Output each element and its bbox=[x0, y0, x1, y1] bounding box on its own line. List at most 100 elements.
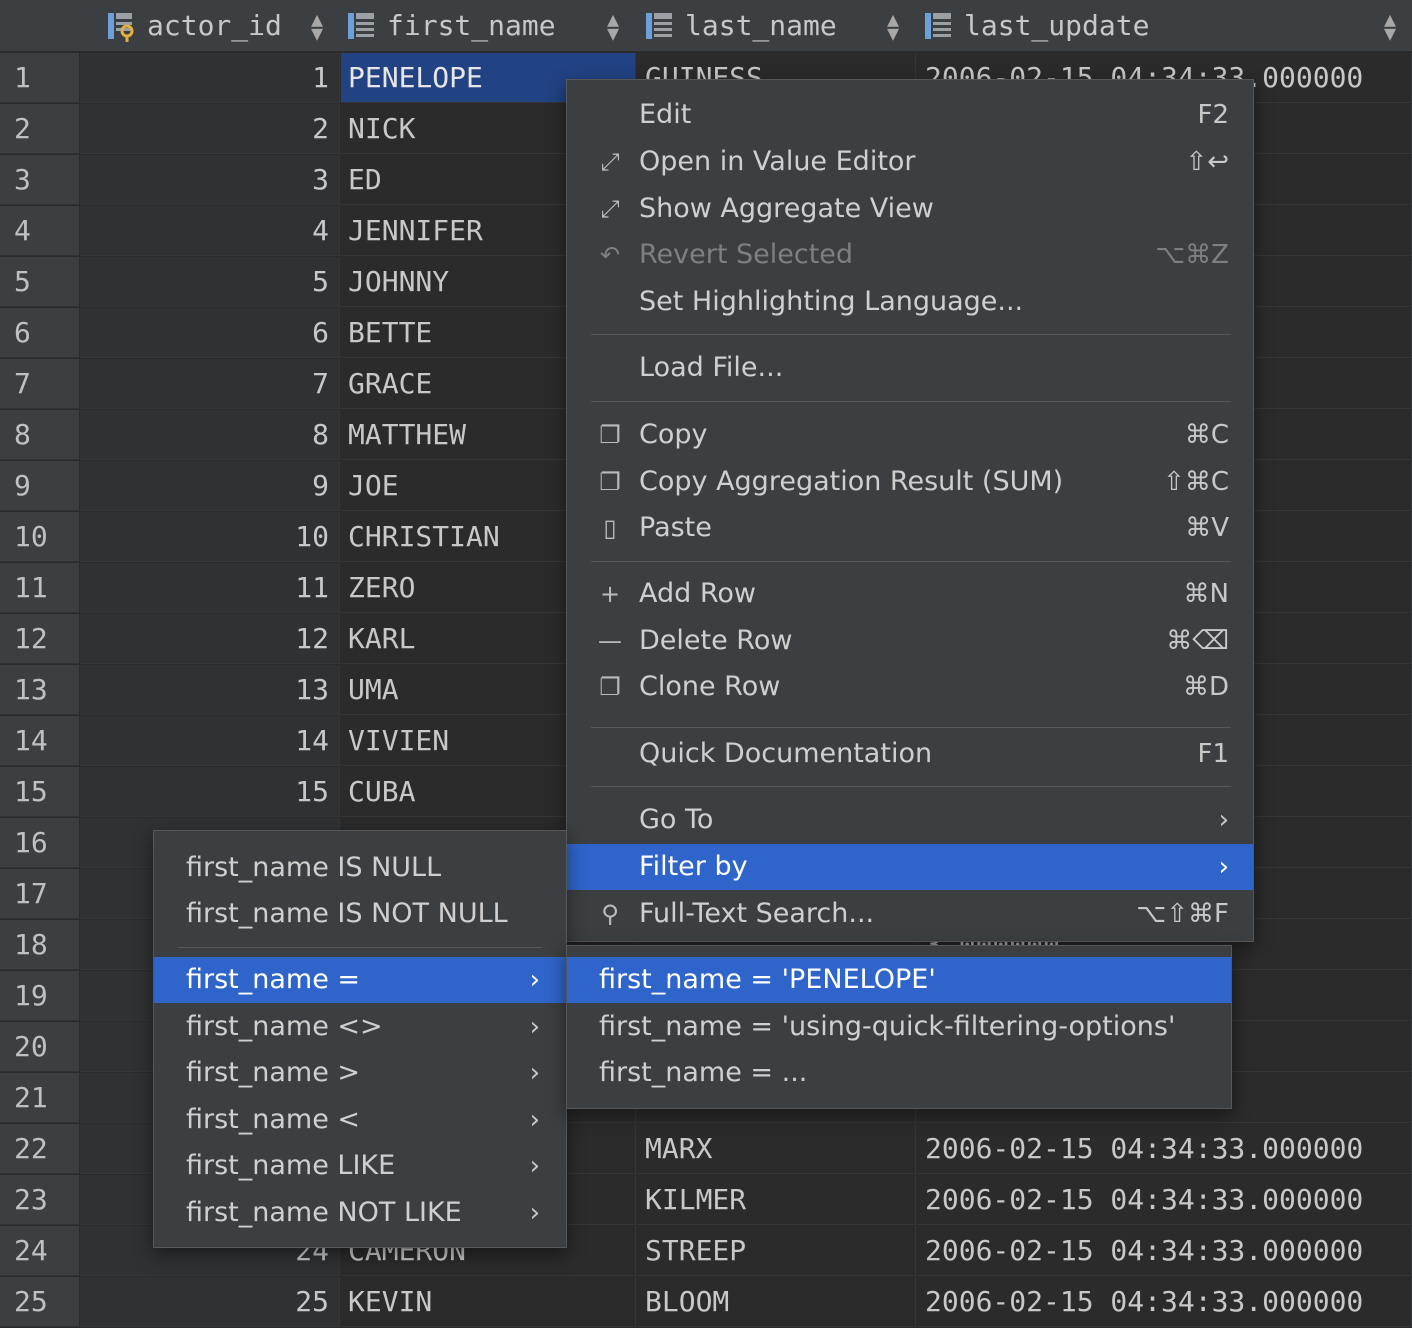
filter-option[interactable]: first_name IS NOT NULL bbox=[154, 891, 566, 937]
cell-actor-id[interactable]: 15 bbox=[80, 767, 340, 817]
plus-icon: + bbox=[595, 571, 625, 617]
filter-value-option[interactable]: first_name = ... bbox=[567, 1050, 1231, 1096]
cell-actor-id[interactable]: 14 bbox=[80, 716, 340, 766]
filter-option[interactable]: first_name IS NULL bbox=[154, 845, 566, 891]
menu-item-copy[interactable]: ❐Copy⌘C bbox=[567, 412, 1253, 458]
table-row[interactable]: 2525KEVINBLOOM2006-02-15 04:34:33.000000 bbox=[0, 1277, 1412, 1328]
cell-actor-id[interactable]: 1 bbox=[80, 53, 340, 103]
menu-item-label: Set Highlighting Language... bbox=[639, 279, 1023, 325]
column-header-label: first_name bbox=[387, 9, 556, 42]
primary-key-column-icon bbox=[105, 9, 139, 43]
cell-actor-id[interactable]: 10 bbox=[80, 512, 340, 562]
cell-last-name[interactable]: KILMER bbox=[637, 1175, 916, 1225]
cell-actor-id[interactable]: 25 bbox=[80, 1277, 340, 1327]
paste-icon: ▯ bbox=[595, 505, 625, 551]
cell-last-name[interactable]: BLOOM bbox=[637, 1277, 916, 1327]
column-icon bbox=[643, 9, 677, 43]
cell-actor-id[interactable]: 8 bbox=[80, 410, 340, 460]
menu-item-show-aggregate-view[interactable]: ⤢Show Aggregate View bbox=[567, 186, 1253, 232]
cell-last-update[interactable]: 2006-02-15 04:34:33.000000 bbox=[917, 1175, 1412, 1225]
menu-item-copy-aggregation-result-sum[interactable]: ❐Copy Aggregation Result (SUM)⇧⌘C bbox=[567, 459, 1253, 505]
cell-last-update[interactable]: 2006-02-15 04:34:33.000000 bbox=[917, 1277, 1412, 1327]
menu-separator bbox=[591, 727, 1231, 728]
column-header-label: last_name bbox=[685, 9, 837, 42]
filter-option[interactable]: first_name >› bbox=[154, 1050, 566, 1096]
submenu-arrow-icon: › bbox=[1219, 844, 1229, 890]
sort-arrows-icon[interactable]: ▲▼ bbox=[1384, 12, 1396, 40]
context-menu: Edit F2⤢Open in Value Editor⇧↩⤢Show Aggre… bbox=[566, 79, 1254, 942]
column-header-first-name[interactable]: first_name ▲▼ bbox=[345, 0, 633, 51]
filter-value-option[interactable]: first_name = 'using-quick-filtering-opti… bbox=[567, 1004, 1231, 1050]
filter-option[interactable]: first_name <› bbox=[154, 1097, 566, 1143]
cell-last-update[interactable]: 2006-02-15 04:34:33.000000 bbox=[917, 1124, 1412, 1174]
menu-item-paste[interactable]: ▯ Paste ⌘V bbox=[567, 505, 1253, 551]
cell-actor-id[interactable]: 2 bbox=[80, 104, 340, 154]
filter-value-option[interactable]: first_name = 'PENELOPE' bbox=[567, 957, 1231, 1003]
filter-option[interactable]: first_name NOT LIKE› bbox=[154, 1190, 566, 1236]
menu-item-revert-selected[interactable]: ↶Revert Selected⌥⌘Z bbox=[567, 232, 1253, 278]
menu-item-clone-row[interactable]: ❐Clone Row⌘D bbox=[567, 664, 1253, 710]
cell-last-update[interactable]: 2006-02-15 04:34:33.000000 bbox=[917, 1226, 1412, 1276]
menu-item-open-in-value-editor[interactable]: ⤢Open in Value Editor⇧↩ bbox=[567, 139, 1253, 185]
row-number: 17 bbox=[0, 869, 79, 919]
filter-value-label: first_name = 'using-quick-filtering-opti… bbox=[599, 1004, 1175, 1050]
cell-actor-id[interactable]: 12 bbox=[80, 614, 340, 664]
column-icon bbox=[922, 9, 956, 43]
menu-separator bbox=[591, 401, 1231, 402]
filter-option[interactable]: first_name LIKE › bbox=[154, 1143, 566, 1189]
menu-item-shortcut: F2 bbox=[1198, 92, 1230, 138]
menu-item-label: Copy Aggregation Result (SUM) bbox=[639, 459, 1063, 505]
filter-option-label: first_name LIKE bbox=[186, 1143, 395, 1189]
menu-item-filter-by[interactable]: Filter by› bbox=[567, 844, 1253, 890]
row-number: 12 bbox=[0, 614, 79, 664]
column-header-last-name[interactable]: last_name ▲▼ bbox=[643, 0, 913, 51]
menu-item-edit[interactable]: Edit F2 bbox=[567, 92, 1253, 138]
cell-first-name[interactable]: KEVIN bbox=[341, 1277, 636, 1327]
menu-item-label: Full-Text Search... bbox=[639, 891, 874, 937]
cell-last-name[interactable]: MARX bbox=[637, 1124, 916, 1174]
cell-actor-id[interactable]: 13 bbox=[80, 665, 340, 715]
menu-item-label: Paste bbox=[639, 505, 712, 551]
sort-arrows-icon[interactable]: ▲▼ bbox=[607, 12, 619, 40]
cell-actor-id[interactable]: 7 bbox=[80, 359, 340, 409]
column-header-last-update[interactable]: last_update ▲▼ bbox=[922, 0, 1410, 51]
cell-actor-id[interactable]: 6 bbox=[80, 308, 340, 358]
filter-option-label: first_name IS NULL bbox=[186, 845, 441, 891]
column-header-label: actor_id bbox=[147, 9, 282, 42]
cell-actor-id[interactable]: 4 bbox=[80, 206, 340, 256]
menu-item-label: Quick Documentation bbox=[639, 731, 932, 777]
menu-item-label: Delete Row bbox=[639, 618, 792, 664]
menu-item-delete-row[interactable]: —Delete Row⌘⌫ bbox=[567, 618, 1253, 664]
chevron-right-icon: › bbox=[530, 1097, 540, 1143]
menu-item-label: Edit bbox=[639, 92, 691, 138]
cell-actor-id[interactable]: 5 bbox=[80, 257, 340, 307]
menu-item-shortcut: ⌘V bbox=[1185, 505, 1229, 551]
menu-item-add-row[interactable]: +Add Row⌘N bbox=[567, 571, 1253, 617]
filter-option[interactable]: first_name <>› bbox=[154, 1004, 566, 1050]
menu-item-shortcut: ⇧⌘C bbox=[1163, 459, 1229, 505]
row-number: 15 bbox=[0, 767, 79, 817]
menu-item-set-highlighting-language[interactable]: Set Highlighting Language... bbox=[567, 279, 1253, 325]
menu-item-go-to[interactable]: Go To› bbox=[567, 797, 1253, 843]
menu-item-load-file[interactable]: Load File... bbox=[567, 345, 1253, 391]
menu-item-shortcut: ⌘⌫ bbox=[1166, 618, 1229, 664]
cell-last-name[interactable]: STREEP bbox=[637, 1226, 916, 1276]
menu-item-label: Add Row bbox=[639, 571, 756, 617]
filter-value-label: first_name = ... bbox=[599, 1050, 807, 1096]
chevron-right-icon: › bbox=[530, 1143, 540, 1189]
sort-arrows-icon[interactable]: ▲▼ bbox=[887, 12, 899, 40]
revert-icon: ↶ bbox=[595, 232, 625, 278]
cell-actor-id[interactable]: 3 bbox=[80, 155, 340, 205]
filter-option[interactable]: first_name =› bbox=[154, 957, 566, 1003]
row-number: 3 bbox=[0, 155, 79, 205]
column-header-actor-id[interactable]: actor_id ▲▼ bbox=[105, 0, 337, 51]
menu-item-quick-documentation[interactable]: Quick DocumentationF1 bbox=[567, 731, 1253, 777]
menu-item-full-text-search[interactable]: ⚲Full-Text Search...⌥⇧⌘F bbox=[567, 891, 1253, 937]
menu-item-shortcut: ⌥⇧⌘F bbox=[1136, 891, 1229, 937]
equals-value-submenu: first_name = 'PENELOPE'first_name = 'usi… bbox=[566, 945, 1232, 1109]
row-number: 8 bbox=[0, 410, 79, 460]
cell-actor-id[interactable]: 9 bbox=[80, 461, 340, 511]
menu-item-label: Open in Value Editor bbox=[639, 139, 916, 185]
sort-arrows-icon[interactable]: ▲▼ bbox=[311, 12, 323, 40]
cell-actor-id[interactable]: 11 bbox=[80, 563, 340, 613]
